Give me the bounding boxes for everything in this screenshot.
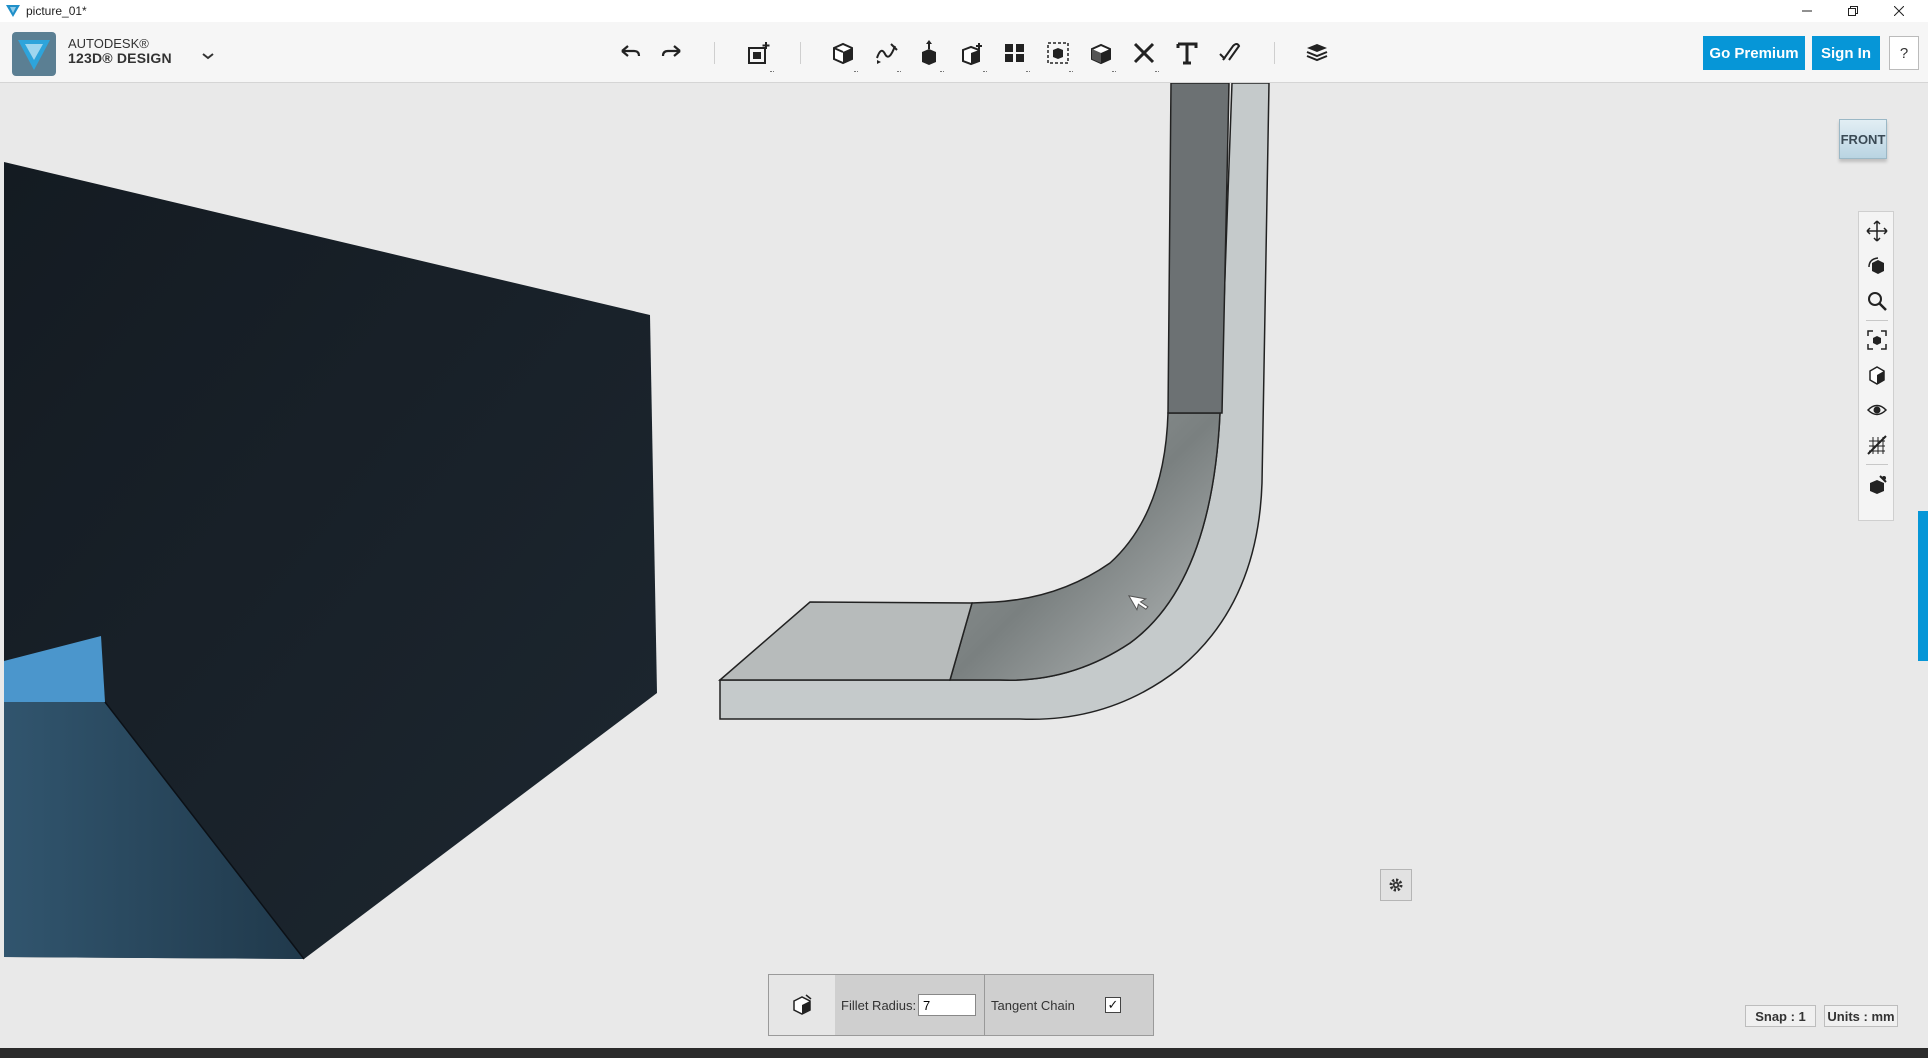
sign-in-button[interactable]: Sign In (1812, 36, 1880, 70)
text-icon (1176, 42, 1198, 65)
visibility-button[interactable] (1864, 397, 1890, 423)
undo-button[interactable] (613, 36, 647, 70)
scene-canvas[interactable] (0, 83, 1928, 1048)
close-button[interactable] (1876, 0, 1922, 22)
measure-button[interactable] (1127, 36, 1161, 72)
close-icon (1894, 6, 1904, 16)
settings-button[interactable] (1380, 869, 1412, 901)
tangent-chain-checkbox[interactable]: ✓ (1105, 997, 1121, 1013)
primitives-button[interactable] (826, 36, 860, 72)
minimize-button[interactable] (1784, 0, 1830, 22)
help-button[interactable]: ? (1889, 36, 1919, 70)
visibility-icon (1866, 404, 1888, 416)
transform-button[interactable] (742, 36, 776, 72)
text-button[interactable] (1170, 36, 1204, 70)
go-premium-button[interactable]: Go Premium (1703, 36, 1805, 70)
autodesk-logo-icon (12, 32, 56, 76)
bracket-upper-inner-face[interactable] (1167, 83, 1230, 414)
sketch-icon (876, 43, 898, 64)
pan-button[interactable] (1864, 218, 1890, 244)
snap-icon (1219, 43, 1241, 61)
layers-icon (1306, 44, 1328, 62)
toolbar-divider (714, 42, 715, 64)
orbit-icon (1868, 257, 1884, 274)
view-cube-front-face[interactable]: FRONT (1839, 119, 1887, 159)
perspective-button[interactable] (1864, 362, 1890, 388)
redo-icon (661, 45, 681, 57)
modify-icon (962, 43, 982, 66)
app-logo-icon (6, 5, 20, 17)
side-panel-tab[interactable] (1918, 511, 1928, 661)
pattern-icon (1005, 44, 1024, 62)
os-taskbar (0, 1048, 1928, 1058)
view-cube[interactable]: FRONT (1835, 113, 1891, 167)
minimize-icon (1802, 10, 1812, 12)
snap-setting[interactable]: Snap : 1 (1745, 1005, 1816, 1027)
tangent-chain-label: Tangent Chain (991, 998, 1075, 1013)
primitives-box-icon (833, 42, 853, 65)
perspective-icon (1869, 366, 1885, 385)
sketch-button[interactable] (869, 36, 903, 72)
grouping-icon (1047, 42, 1069, 64)
window-title-bar: picture_01* (0, 0, 1928, 22)
restore-icon (1848, 6, 1858, 16)
material-view-button[interactable] (1864, 472, 1890, 498)
chevron-down-icon[interactable] (198, 46, 218, 66)
brand-name: AUTODESK® 123D® DESIGN (68, 36, 172, 66)
fit-button[interactable] (1864, 327, 1890, 353)
fillet-radius-label: Fillet Radius: (841, 998, 917, 1013)
fillet-tool-icon (793, 994, 812, 1015)
gear-icon (1389, 878, 1403, 892)
main-toolbar: AUTODESK® 123D® DESIGN Go Premium Sign I… (0, 22, 1928, 83)
zoom-button[interactable] (1864, 288, 1890, 314)
brand-line-1: AUTODESK® (68, 36, 149, 51)
undo-icon (621, 45, 641, 57)
construct-icon (922, 40, 936, 65)
3d-viewport[interactable]: FRONT Fillet Radius: 7 Tangent Chain ✓ S… (0, 83, 1928, 1048)
measure-icon (1133, 42, 1155, 64)
hide-grid-button[interactable] (1864, 432, 1890, 458)
grouping-button[interactable] (1041, 36, 1075, 72)
bracket-flange-top-face[interactable] (717, 601, 973, 681)
modify-button[interactable] (955, 36, 989, 72)
hide-grid-icon (1867, 435, 1887, 455)
pattern-button[interactable] (998, 36, 1032, 72)
combine-icon (1091, 43, 1111, 65)
fillet-panel: Fillet Radius: Tangent Chain ✓ (768, 974, 1154, 1036)
panel-divider (984, 975, 985, 1035)
units-setting[interactable]: Units : mm (1824, 1005, 1898, 1027)
redo-button[interactable] (655, 36, 689, 70)
fillet-select-button[interactable] (769, 975, 835, 1035)
transform-icon (748, 42, 770, 64)
toolbar-divider (800, 42, 801, 64)
restore-button[interactable] (1830, 0, 1876, 22)
snap-button[interactable] (1213, 36, 1247, 70)
toolbar-divider (1274, 42, 1275, 64)
window-title: picture_01* (26, 4, 87, 18)
material-button[interactable] (1300, 36, 1334, 70)
brand-line-2: 123D® DESIGN (68, 50, 172, 66)
fit-icon (1867, 330, 1887, 350)
orbit-button[interactable] (1864, 253, 1890, 279)
navigation-bar (1858, 211, 1894, 521)
pan-icon (1866, 220, 1888, 242)
construct-button[interactable] (912, 36, 946, 72)
combine-button[interactable] (1084, 36, 1118, 72)
material-view-icon (1870, 475, 1887, 494)
zoom-icon (1868, 292, 1887, 311)
fillet-radius-input[interactable] (918, 994, 976, 1016)
